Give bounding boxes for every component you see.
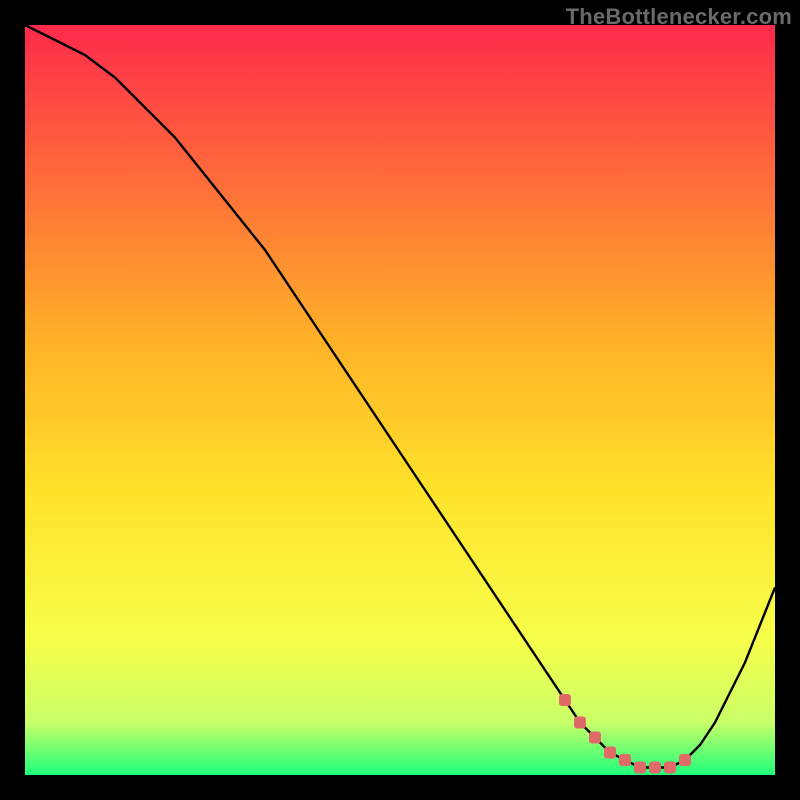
optimal-marker xyxy=(635,762,646,773)
optimal-marker xyxy=(575,717,586,728)
watermark-text: TheBottlenecker.com xyxy=(566,4,792,30)
optimal-marker xyxy=(680,755,691,766)
optimal-marker xyxy=(650,762,661,773)
plot-area xyxy=(25,25,775,775)
optimal-marker xyxy=(665,762,676,773)
optimal-marker xyxy=(590,732,601,743)
optimal-marker xyxy=(560,695,571,706)
gradient-background xyxy=(25,25,775,775)
optimal-marker xyxy=(620,755,631,766)
optimal-marker xyxy=(605,747,616,758)
chart-frame: TheBottlenecker.com xyxy=(0,0,800,800)
chart-svg xyxy=(25,25,775,775)
